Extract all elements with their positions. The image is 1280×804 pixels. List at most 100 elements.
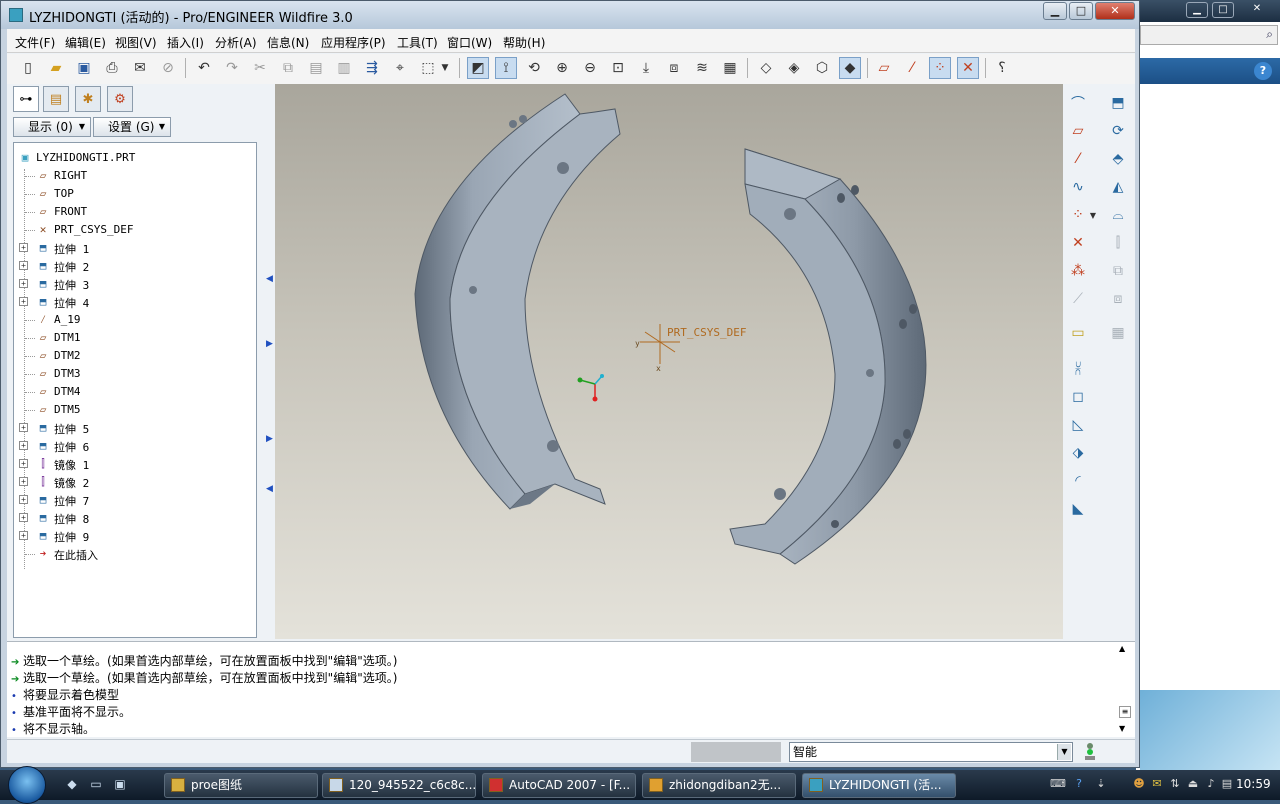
keyboard-icon[interactable]: ⌨ xyxy=(1050,777,1066,791)
tab-model-tree-icon[interactable]: ⊶ xyxy=(13,86,39,112)
menu-info[interactable]: 信息(N) xyxy=(267,34,309,51)
shading-icon[interactable]: ◆ xyxy=(839,57,861,79)
message-scrollbar[interactable]: ▲ ≡ ▼ xyxy=(1119,644,1133,736)
start-button[interactable] xyxy=(8,766,46,804)
quicklaunch-switch-icon[interactable]: ▣ xyxy=(112,777,128,793)
saved-views-icon[interactable]: ⧈ xyxy=(663,57,685,79)
expand-node-icon[interactable]: + xyxy=(19,261,28,270)
datum-axes-display-icon[interactable]: ⁄ xyxy=(901,57,923,79)
tree-item[interactable]: ➔ 在此插入 xyxy=(14,545,256,563)
repaint-icon[interactable]: ◩ xyxy=(467,57,489,79)
menu-window[interactable]: 窗口(W) xyxy=(447,34,492,51)
search-icon[interactable]: ⌕ xyxy=(1266,27,1273,42)
scroll-up-icon[interactable]: ▲ xyxy=(1119,644,1125,653)
tree-item[interactable]: ▱ DTM4 xyxy=(14,383,256,401)
find-icon[interactable]: ⌖ xyxy=(389,57,411,79)
tree-item[interactable]: ▱ TOP xyxy=(14,185,256,203)
boundary-blend-icon[interactable]: ⌓ xyxy=(1107,204,1129,226)
rib-icon[interactable]: ◺ xyxy=(1067,414,1089,436)
send-mail-icon[interactable]: ✉ xyxy=(129,57,151,79)
bg-minimize-button[interactable]: ▁ xyxy=(1186,2,1208,18)
settings-dropdown[interactable]: 设置 (G) ▼ xyxy=(93,117,171,137)
expand-arrow-icon[interactable]: ▶ xyxy=(266,339,273,349)
chamfer-icon[interactable]: ◣ xyxy=(1067,498,1089,520)
chevron-down-icon[interactable]: ▼ xyxy=(439,57,451,79)
datum-points-display-icon[interactable]: ⁘ xyxy=(929,57,951,79)
regenerate-icon[interactable]: ⇶ xyxy=(361,57,383,79)
tab-connections-icon[interactable]: ⚙ xyxy=(107,86,133,112)
expand-node-icon[interactable]: + xyxy=(19,279,28,288)
expand-node-icon[interactable]: + xyxy=(19,423,28,432)
context-help-icon[interactable]: ⸮ xyxy=(991,57,1013,79)
tab-favorites-icon[interactable]: ✱ xyxy=(75,86,101,112)
menu-analysis[interactable]: 分析(A) xyxy=(215,34,257,51)
mirror-tool-icon[interactable]: ⫿ xyxy=(1107,232,1129,254)
tree-item[interactable]: ▱ DTM1 xyxy=(14,329,256,347)
datum-point-icon[interactable]: ⁘ xyxy=(1067,204,1089,226)
expand-node-icon[interactable]: + xyxy=(19,513,28,522)
csys-display-icon[interactable]: ✕ xyxy=(957,57,979,79)
chevron-down-icon[interactable]: ▼ xyxy=(1087,204,1099,226)
task-button[interactable]: zhidongdiban2无... xyxy=(642,773,796,798)
help-icon[interactable]: ? xyxy=(1254,62,1272,80)
hidden-line-icon[interactable]: ◈ xyxy=(783,57,805,79)
bg-maximize-button[interactable]: □ xyxy=(1212,2,1234,18)
tree-item[interactable]: + ⫿ 镜像 1 xyxy=(14,455,256,473)
datum-plane-icon[interactable]: ▱ xyxy=(1067,120,1089,142)
maximize-button[interactable]: □ xyxy=(1069,2,1093,20)
send-link-icon[interactable]: ⊘ xyxy=(157,57,179,79)
tree-item[interactable]: ▱ RIGHT xyxy=(14,167,256,185)
analysis-feature-icon[interactable]: ⁂ xyxy=(1067,260,1089,282)
expand-node-icon[interactable]: + xyxy=(19,441,28,450)
merge-icon[interactable]: ⧉ xyxy=(1107,260,1129,282)
undo-icon[interactable]: ↶ xyxy=(193,57,215,79)
quicklaunch-ie-icon[interactable]: ◆ xyxy=(64,777,80,793)
intersect-icon[interactable]: ⧈ xyxy=(1107,288,1129,310)
arrow-tray-icon[interactable]: ⇣ xyxy=(1094,777,1108,791)
tab-folder-browser-icon[interactable]: ▤ xyxy=(43,86,69,112)
hole-icon[interactable]: ⩈ xyxy=(1067,358,1089,380)
refit-icon[interactable]: ⊡ xyxy=(607,57,629,79)
pattern-icon[interactable]: ▦ xyxy=(1107,322,1129,344)
left-brake-shoe[interactable] xyxy=(414,93,621,510)
menu-view[interactable]: 视图(V) xyxy=(115,34,157,51)
expand-arrow-icon[interactable]: ▶ xyxy=(266,434,273,444)
spin-center-icon[interactable]: ⟟ xyxy=(495,57,517,79)
tree-item[interactable]: ▱ DTM2 xyxy=(14,347,256,365)
task-button-active[interactable]: LYZHIDONGTI (活... xyxy=(802,773,956,798)
right-brake-shoe[interactable] xyxy=(729,148,927,565)
orient-mode-icon[interactable]: ⟲ xyxy=(523,57,545,79)
help-tray-icon[interactable]: ? xyxy=(1072,777,1086,791)
tree-item[interactable]: ⁄ A_19 xyxy=(14,311,256,329)
save-icon[interactable]: ▣ xyxy=(73,57,95,79)
reorient-icon[interactable]: ⤓ xyxy=(635,57,657,79)
tree-item[interactable]: + ⬒ 拉伸 3 xyxy=(14,275,256,293)
open-file-icon[interactable]: ▰ xyxy=(45,57,67,79)
view-manager-icon[interactable]: ▦ xyxy=(719,57,741,79)
menu-applications[interactable]: 应用程序(P) xyxy=(321,34,386,51)
expand-node-icon[interactable]: + xyxy=(19,495,28,504)
wireframe-icon[interactable]: ◇ xyxy=(755,57,777,79)
bg-close-button[interactable]: ✕ xyxy=(1240,2,1274,18)
scroll-down-icon[interactable]: ▼ xyxy=(1119,724,1125,733)
menu-tools[interactable]: 工具(T) xyxy=(397,34,438,51)
datum-axis-icon[interactable]: ⁄ xyxy=(1067,148,1089,170)
panel-splitter[interactable]: ◀ ▶ ▶ ◀ xyxy=(263,84,275,639)
volume-icon[interactable]: ♪ xyxy=(1204,777,1218,791)
expand-node-icon[interactable]: + xyxy=(19,459,28,468)
revolve-icon[interactable]: ⟳ xyxy=(1107,120,1129,142)
task-button[interactable]: 120_945522_c6c8c... xyxy=(322,773,476,798)
graphics-window[interactable]: PRT_CSYS_DEF y x xyxy=(275,84,1063,639)
regen-status-icon[interactable] xyxy=(1083,743,1097,761)
show-dropdown[interactable]: 显示 (0) ▼ xyxy=(13,117,91,137)
tree-item[interactable]: ▱ DTM3 xyxy=(14,365,256,383)
tree-item[interactable]: + ⬒ 拉伸 8 xyxy=(14,509,256,527)
paste-icon[interactable]: ▤ xyxy=(305,57,327,79)
tree-item[interactable]: ▱ FRONT xyxy=(14,203,256,221)
expand-node-icon[interactable]: + xyxy=(19,477,28,486)
extrude-icon[interactable]: ⬒ xyxy=(1107,92,1129,114)
new-file-icon[interactable]: ▯ xyxy=(17,57,39,79)
tree-item[interactable]: + ⬒ 拉伸 4 xyxy=(14,293,256,311)
messenger-tray-icon[interactable]: ✉ xyxy=(1150,777,1164,791)
tree-item[interactable]: + ⬒ 拉伸 9 xyxy=(14,527,256,545)
